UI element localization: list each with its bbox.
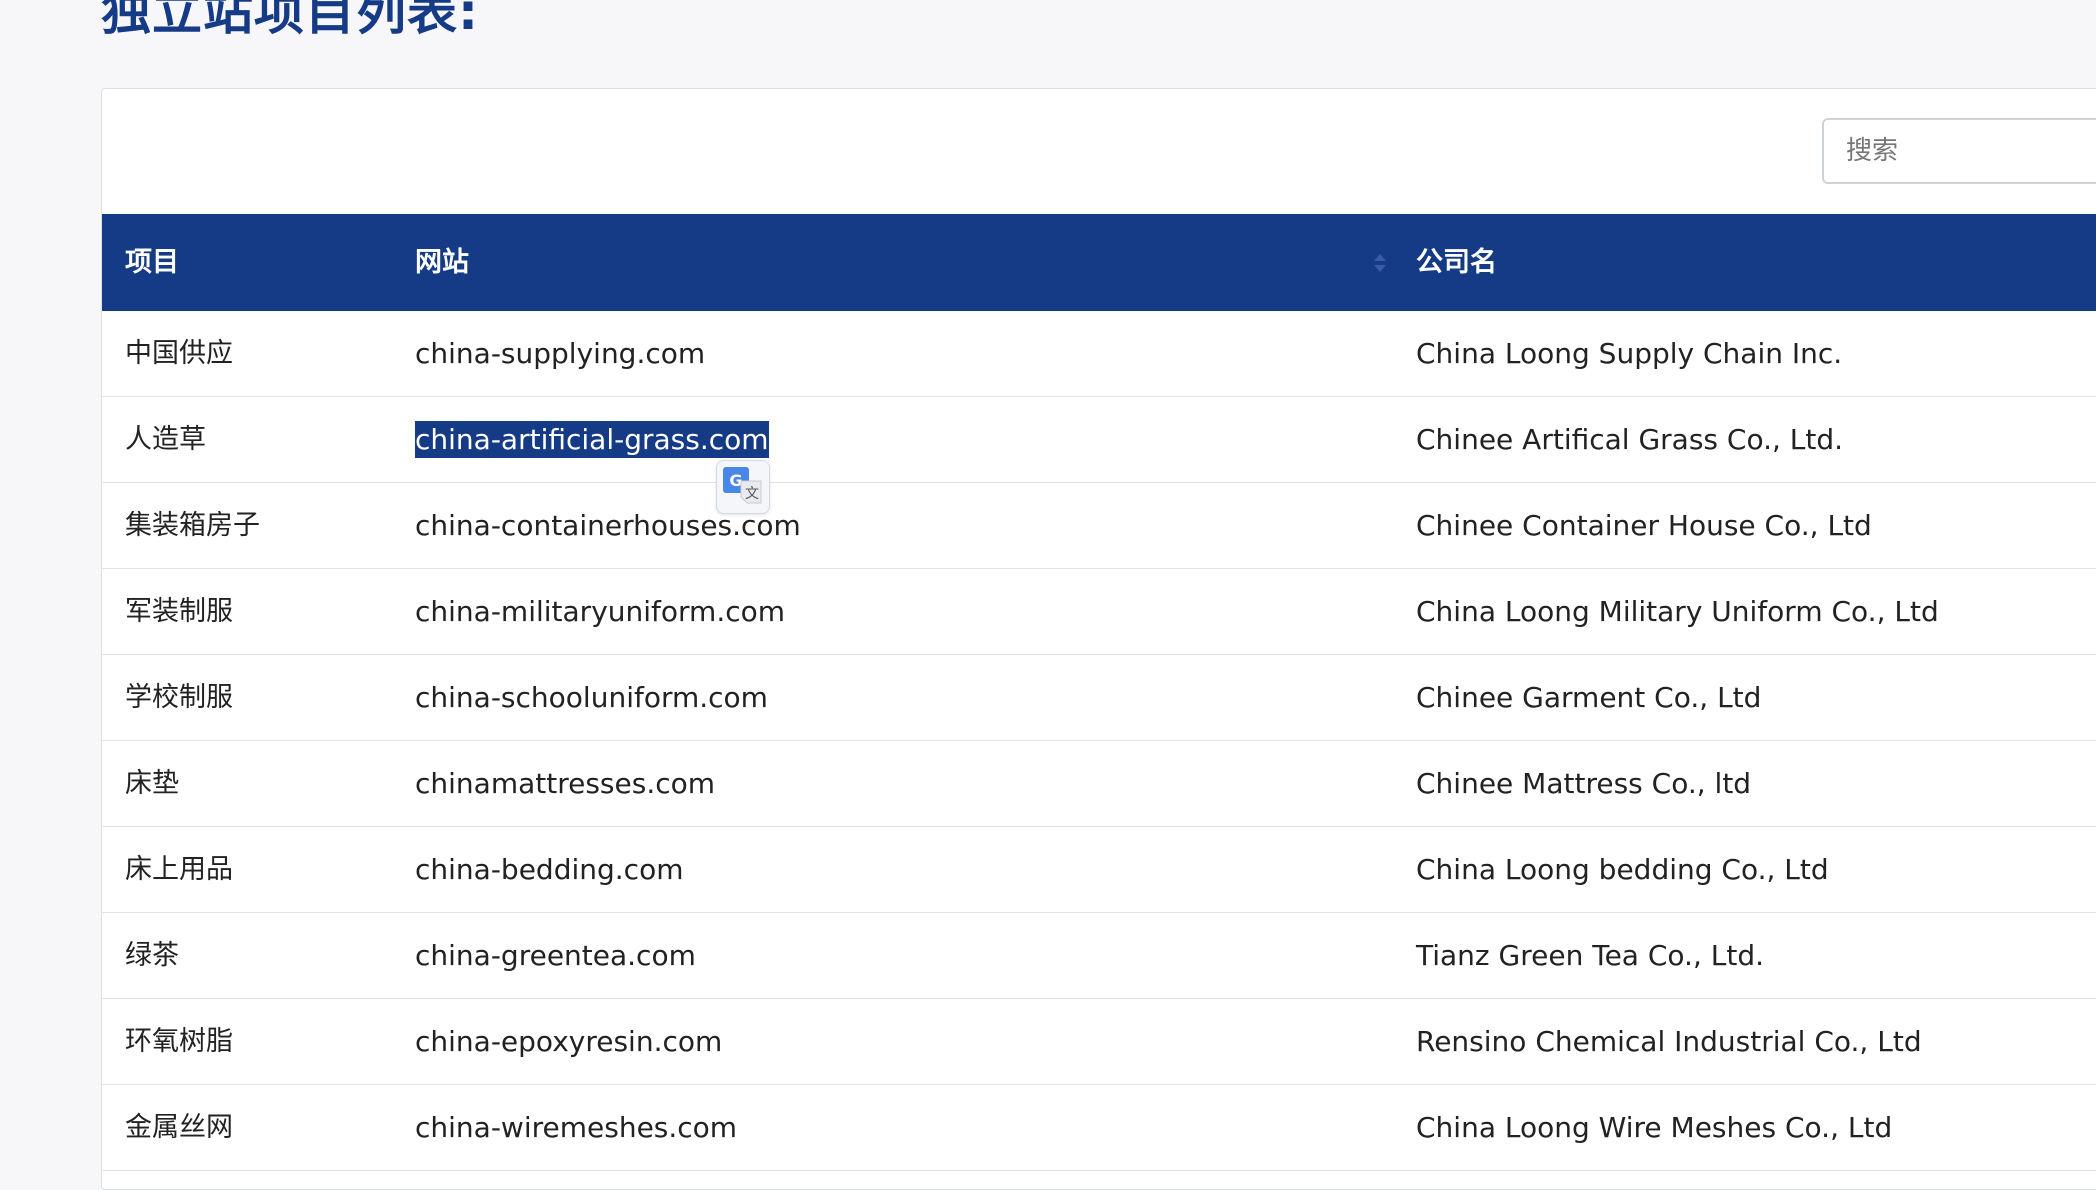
cell-company: Chinee Container House Co., Ltd xyxy=(1416,509,1872,542)
cell-website[interactable]: china-epoxyresin.com xyxy=(415,999,722,1084)
table-row: 学校制服 china-schooluniform.com Chinee Garm… xyxy=(102,655,2096,741)
cell-website[interactable]: china-wiremeshes.com xyxy=(415,1085,737,1170)
header-website[interactable]: 网站 xyxy=(415,214,469,311)
table-body: 中国供应 china-supplying.com China Loong Sup… xyxy=(102,311,2096,1171)
cell-company: Rensino Chemical Industrial Co., Ltd xyxy=(1416,1025,1922,1058)
selected-website-text[interactable]: china-artificial-grass.com xyxy=(415,421,769,458)
cell-project: 集装箱房子 xyxy=(125,510,260,541)
cell-company: Chinee Mattress Co., ltd xyxy=(1416,767,1752,800)
cell-project: 学校制服 xyxy=(125,682,233,713)
cell-company: Chinee Garment Co., Ltd xyxy=(1416,681,1762,714)
table-row: 军装制服 china-militaryuniform.com China Loo… xyxy=(102,569,2096,655)
cell-company: Chinee Artifical Grass Co., Ltd. xyxy=(1416,423,1844,456)
sort-icon[interactable] xyxy=(1372,252,1388,274)
cell-company: China Loong bedding Co., Ltd xyxy=(1416,853,1829,886)
cell-website[interactable]: chinamattresses.com xyxy=(415,741,715,826)
table-row: 金属丝网 china-wiremeshes.com China Loong Wi… xyxy=(102,1085,2096,1171)
page-title: 独立站项目列表: xyxy=(101,0,479,41)
cell-project: 床垫 xyxy=(125,768,179,799)
google-translate-icon[interactable]: G 文 xyxy=(716,460,770,514)
projects-panel: 项目 网站 公司名 中国供应 china-supplying.com China… xyxy=(101,88,2096,1190)
projects-table: 项目 网站 公司名 中国供应 china-supplying.com China… xyxy=(102,214,2096,1171)
cell-project: 金属丝网 xyxy=(125,1112,233,1143)
cell-company: China Loong Wire Meshes Co., Ltd xyxy=(1416,1111,1893,1144)
search-input[interactable] xyxy=(1822,118,2096,184)
table-row: 集装箱房子 china-containerhouses.com Chinee C… xyxy=(102,483,2096,569)
cell-project: 中国供应 xyxy=(125,338,233,369)
header-company[interactable]: 公司名 xyxy=(1416,214,1497,311)
table-row: 中国供应 china-supplying.com China Loong Sup… xyxy=(102,311,2096,397)
header-project[interactable]: 项目 xyxy=(125,214,179,311)
cell-website[interactable]: china-schooluniform.com xyxy=(415,655,768,740)
cell-website[interactable]: china-militaryuniform.com xyxy=(415,569,785,654)
cell-website[interactable]: china-supplying.com xyxy=(415,311,705,396)
table-row: 床上用品 china-bedding.com China Loong beddi… xyxy=(102,827,2096,913)
cell-project: 环氧树脂 xyxy=(125,1026,233,1057)
table-row: 绿茶 china-greentea.com Tianz Green Tea Co… xyxy=(102,913,2096,999)
table-row: 环氧树脂 china-epoxyresin.com Rensino Chemic… xyxy=(102,999,2096,1085)
table-row: 床垫 chinamattresses.com Chinee Mattress C… xyxy=(102,741,2096,827)
cell-company: China Loong Supply Chain Inc. xyxy=(1416,337,1843,370)
cell-website[interactable]: china-bedding.com xyxy=(415,827,683,912)
cell-company: China Loong Military Uniform Co., Ltd xyxy=(1416,595,1939,628)
cell-website[interactable]: china-greentea.com xyxy=(415,913,696,998)
svg-text:文: 文 xyxy=(745,486,759,502)
cell-project: 床上用品 xyxy=(125,854,233,885)
table-header: 项目 网站 公司名 xyxy=(102,214,2096,311)
table-row: 人造草 china-artificial-grass.com Chinee Ar… xyxy=(102,397,2096,483)
cell-project: 军装制服 xyxy=(125,596,233,627)
cell-company: Tianz Green Tea Co., Ltd. xyxy=(1416,939,1764,972)
cell-project: 绿茶 xyxy=(125,940,179,971)
cell-project: 人造草 xyxy=(125,424,206,455)
